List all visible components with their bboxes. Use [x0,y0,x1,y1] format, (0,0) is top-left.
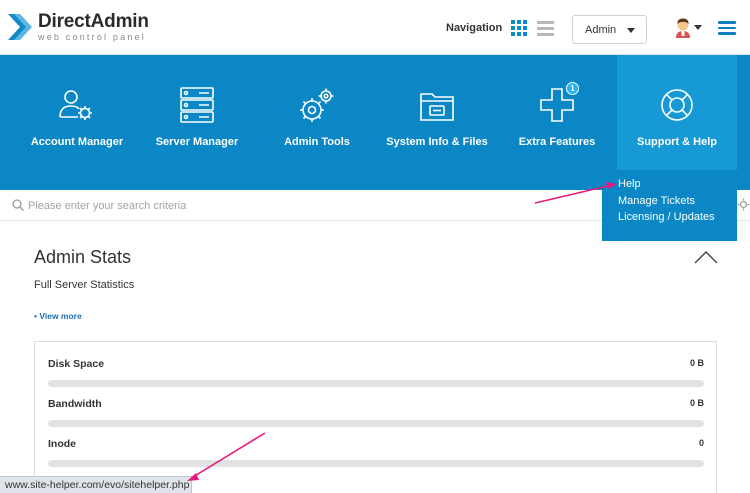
directadmin-logo-icon [8,14,32,40]
view-more-link[interactable]: • View more [34,311,82,321]
stats-card: Disk Space 0 B Bandwidth 0 B Inode 0 [34,341,717,493]
brand-tagline: web control panel [38,32,146,42]
folder-icon [420,93,454,121]
notification-badge: 1 [566,82,579,95]
server-icon [180,87,214,123]
page: DirectAdmin web control panel Navigation… [0,0,750,493]
account-manager-icon [59,90,92,120]
menu-tile-label: Extra Features [518,136,596,148]
stat-value: 0 B [689,358,704,368]
menu-tile-admin-tools[interactable]: Admin Tools [257,55,377,190]
dropdown-item-manage-tickets[interactable]: Manage Tickets [618,193,737,210]
page-subtitle: Full Server Statistics [34,279,135,291]
menu-tile-label: Admin Tools [284,136,350,148]
menu-tile-label: Server Manager [155,136,239,148]
hamburger-menu-icon[interactable] [718,21,736,35]
chevron-down-icon [627,28,635,33]
browser-status-bar: www.site-helper.com/evo/sitehelper.php [0,476,192,493]
grid-view-icon[interactable] [511,20,527,36]
gear-icon[interactable] [737,198,750,211]
user-level-value: Admin [585,24,617,36]
list-view-icon[interactable] [537,20,554,36]
menu-tile-label: System Info & Files [386,136,488,148]
admin-tools-icon [300,88,334,122]
stat-value: 0 [698,438,704,448]
menu-tile-extra-features[interactable]: Extra Features [497,55,617,190]
stat-value: 0 B [689,398,704,408]
user-level-select[interactable]: Admin [572,15,647,44]
menu-tile-account-manager[interactable]: Account Manager [17,55,137,190]
search-icon [12,199,24,211]
brand-name: DirectAdmin [38,11,149,32]
stat-label: Bandwidth [48,398,102,410]
progress-bar [48,380,704,387]
stat-label: Inode [48,438,76,450]
brand-logo[interactable]: DirectAdmin web control panel [8,12,149,42]
search-input[interactable] [28,197,548,214]
chevron-up-icon[interactable] [694,250,718,264]
page-title: Admin Stats [34,247,132,267]
menu-tile-label: Support & Help [636,136,718,148]
dropdown-item-help[interactable]: Help [618,176,737,193]
avatar[interactable] [673,17,693,39]
progress-bar [48,420,704,427]
menu-tile-server-manager[interactable]: Server Manager [137,55,257,190]
support-help-dropdown: Help Manage Tickets Licensing / Updates [602,170,737,241]
search-bar [0,190,602,221]
navigation-label: Navigation [446,22,503,34]
progress-bar [48,460,704,467]
avatar-chevron-down-icon[interactable] [694,25,702,30]
dropdown-item-licensing-updates[interactable]: Licensing / Updates [618,209,737,226]
stat-label: Disk Space [48,358,105,370]
menu-tile-label: Account Manager [30,136,124,148]
lifebuoy-icon [661,89,693,121]
top-header: DirectAdmin web control panel Navigation… [0,0,750,55]
menu-tile-system-info-files[interactable]: System Info & Files [377,55,497,190]
